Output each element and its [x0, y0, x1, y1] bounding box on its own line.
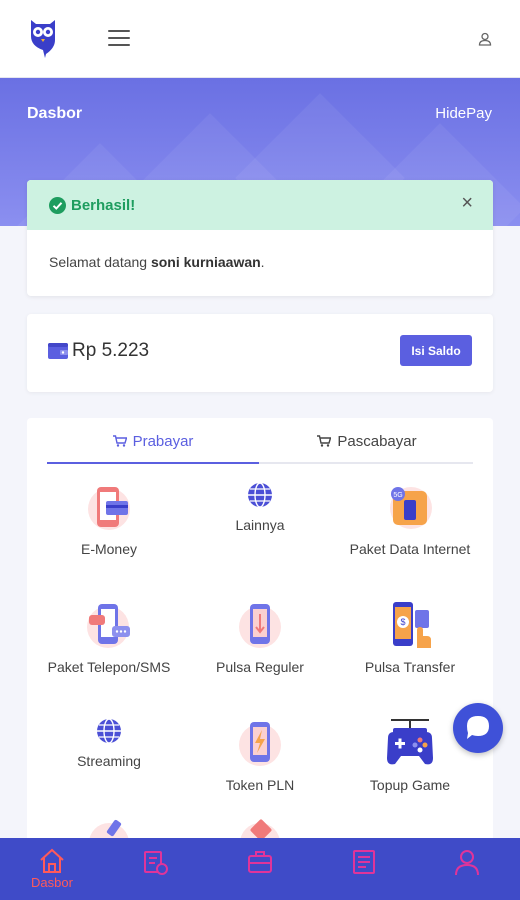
check-circle-icon	[49, 197, 66, 214]
service-icon-partial	[89, 819, 129, 838]
service-label: Streaming	[77, 753, 141, 769]
svg-text:$: $	[400, 617, 405, 627]
bottom-nav: Dasbor	[0, 838, 520, 900]
alert-username: soni kurniaawan	[150, 254, 261, 270]
owl-logo-icon[interactable]	[28, 18, 58, 58]
tab-label: Prabayar	[132, 433, 194, 450]
nav-briefcase[interactable]	[230, 848, 290, 876]
chat-icon	[467, 716, 489, 739]
chat-button[interactable]	[453, 703, 503, 753]
gamepad-icon	[387, 719, 433, 765]
service-lainnya[interactable]: Lainnya	[190, 482, 330, 536]
success-alert: Berhasil! × Selamat datang soni kurniaaw…	[27, 180, 493, 296]
nav-transaction[interactable]	[125, 848, 185, 876]
service-label: Paket Data Internet	[349, 541, 471, 557]
nav-dasbor[interactable]: Dasbor	[22, 848, 82, 890]
topup-button[interactable]: Isi Saldo	[400, 335, 472, 366]
document-icon	[353, 850, 375, 874]
service-pulsa-transfer[interactable]: $ Pulsa Transfer	[340, 600, 480, 678]
hamburger-icon[interactable]	[108, 30, 130, 48]
nav-document[interactable]	[334, 848, 394, 876]
data-package-icon: 5G	[390, 487, 432, 529]
alert-message-suffix: .	[260, 254, 265, 270]
tab-pascabayar[interactable]: Pascabayar	[261, 430, 473, 462]
close-icon[interactable]: ×	[461, 193, 473, 213]
home-icon	[40, 848, 64, 873]
globe-icon	[97, 718, 121, 744]
alert-header: Berhasil! ×	[27, 180, 493, 230]
emoney-icon	[88, 487, 130, 530]
cart-icon	[112, 435, 127, 447]
page-title: Dasbor	[27, 105, 83, 122]
service-icon-partial	[240, 819, 280, 838]
balance-amount: Rp 5.223	[72, 340, 150, 361]
service-paket-data[interactable]: 5G Paket Data Internet	[340, 482, 480, 560]
services-card: Prabayar Pascabayar E-Money Lainnya 5G P…	[27, 418, 493, 900]
service-telepon-sms[interactable]: Paket Telepon/SMS	[39, 600, 179, 678]
transaction-icon	[144, 851, 168, 875]
service-streaming[interactable]: Streaming	[39, 718, 179, 772]
globe-icon	[248, 482, 272, 508]
service-tabs: Prabayar Pascabayar	[47, 430, 473, 464]
pulsa-icon	[239, 604, 281, 648]
pulsa-transfer-icon: $	[393, 602, 431, 648]
service-label: Token PLN	[225, 777, 295, 793]
nav-profile[interactable]	[437, 848, 497, 876]
alert-message: Selamat datang soni kurniaawan.	[49, 254, 265, 270]
service-token-pln[interactable]: Token PLN	[190, 718, 330, 796]
profile-icon	[455, 850, 479, 876]
cart-icon	[317, 435, 332, 447]
nav-label: Dasbor	[31, 875, 73, 890]
user-icon[interactable]	[478, 32, 492, 46]
service-label: Pulsa Reguler	[216, 659, 304, 675]
tab-label: Pascabayar	[337, 433, 417, 450]
service-pulsa-reguler[interactable]: Pulsa Reguler	[190, 600, 330, 678]
service-label: Topup Game	[369, 777, 451, 793]
alert-message-prefix: Selamat datang	[49, 254, 151, 270]
top-bar	[0, 0, 520, 78]
service-label: Lainnya	[235, 517, 285, 533]
service-emoney[interactable]: E-Money	[39, 482, 179, 560]
phone-sms-icon	[87, 604, 130, 648]
service-label: Pulsa Transfer	[364, 659, 456, 675]
service-label: Paket Telepon/SMS	[47, 659, 171, 675]
balance-card: Rp 5.223 Isi Saldo	[27, 314, 493, 392]
tab-prabayar[interactable]: Prabayar	[47, 430, 259, 464]
token-pln-icon	[239, 722, 281, 766]
brand-name: HidePay	[435, 105, 492, 122]
service-label: E-Money	[80, 541, 138, 557]
briefcase-icon	[248, 851, 272, 873]
svg-text:5G: 5G	[393, 492, 402, 499]
wallet-icon	[48, 343, 68, 359]
alert-title: Berhasil!	[71, 197, 136, 214]
